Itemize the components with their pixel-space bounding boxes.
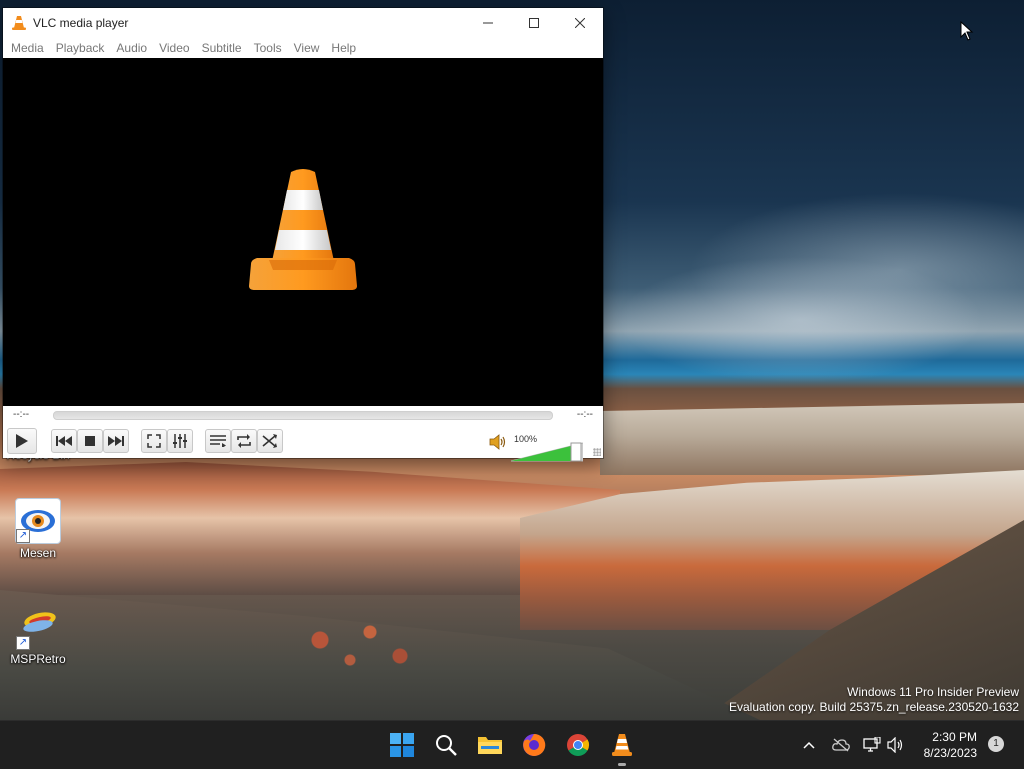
maximize-button[interactable]	[511, 8, 557, 38]
play-icon	[16, 434, 28, 448]
menu-bar: Media Playback Audio Video Subtitle Tool…	[3, 38, 603, 58]
vlc-cone-logo	[249, 169, 357, 290]
shortcut-arrow-icon: ↗	[16, 529, 30, 543]
stop-icon	[85, 436, 95, 446]
clock-time: 2:30 PM	[932, 730, 977, 744]
previous-button[interactable]	[51, 429, 77, 453]
speaker-icon[interactable]	[489, 434, 507, 450]
clock[interactable]: 2:30 PM 8/23/2023	[915, 729, 977, 761]
vlc-cone-icon	[12, 16, 26, 30]
window-title: VLC media player	[33, 16, 129, 30]
search-icon	[436, 735, 457, 756]
wallpaper-rocks	[260, 600, 460, 680]
menu-media[interactable]: Media	[5, 41, 50, 55]
extended-settings-icon	[173, 434, 187, 448]
wallpaper-mesa	[600, 403, 1024, 475]
chrome-icon	[567, 734, 589, 756]
watermark-build: Evaluation copy. Build 25375.zn_release.…	[729, 700, 1019, 714]
menu-audio[interactable]: Audio	[110, 41, 153, 55]
menu-video[interactable]: Video	[153, 41, 195, 55]
menu-view[interactable]: View	[288, 41, 326, 55]
shuffle-button[interactable]	[257, 429, 283, 453]
extended-settings-button[interactable]	[167, 429, 193, 453]
network-display-icon	[863, 737, 881, 752]
menu-tools[interactable]: Tools	[248, 41, 288, 55]
menu-playback[interactable]: Playback	[50, 41, 111, 55]
next-icon	[108, 436, 124, 446]
menu-subtitle[interactable]: Subtitle	[196, 41, 248, 55]
shortcut-arrow-icon: ↗	[16, 636, 30, 650]
fullscreen-button[interactable]	[141, 429, 167, 453]
search-button[interactable]	[430, 729, 462, 761]
playlist-icon	[210, 435, 226, 447]
next-button[interactable]	[103, 429, 129, 453]
play-button[interactable]	[7, 428, 37, 454]
onedrive-button[interactable]	[831, 735, 851, 755]
playlist-button[interactable]	[205, 429, 231, 453]
stop-button[interactable]	[77, 429, 103, 453]
total-time: --:--	[576, 409, 593, 420]
running-indicator	[618, 763, 626, 766]
volume-tray-button[interactable]	[886, 735, 906, 755]
folder-icon	[478, 737, 502, 754]
mspretro-icon: ↗	[16, 606, 60, 650]
maximize-icon	[529, 18, 539, 28]
vlc-cone-icon	[612, 734, 632, 756]
chevron-up-icon	[803, 741, 815, 749]
speaker-icon	[887, 737, 903, 753]
vlc-taskbar-button[interactable]	[606, 729, 638, 766]
seek-row: --:-- --:--	[3, 407, 603, 423]
show-hidden-icons-button[interactable]	[799, 735, 819, 755]
fullscreen-icon	[147, 434, 161, 448]
chrome-button[interactable]	[562, 729, 594, 761]
taskbar: 2:30 PM 8/23/2023	[0, 720, 1024, 769]
minimize-icon	[483, 22, 493, 24]
close-icon	[575, 18, 585, 28]
watermark-edition: Windows 11 Pro Insider Preview	[847, 685, 1019, 699]
menu-help[interactable]: Help	[325, 41, 362, 55]
desktop-icon-label: Mesen	[19, 546, 57, 560]
playback-controls: 100%	[3, 426, 603, 462]
network-button[interactable]	[862, 735, 882, 755]
clock-date: 8/23/2023	[923, 746, 977, 760]
notification-badge[interactable]: 1	[988, 736, 1004, 752]
loop-button[interactable]	[231, 429, 257, 453]
desktop-icon-mesen[interactable]: ↗ Mesen	[3, 498, 73, 560]
vlc-window[interactable]: VLC media player Media Playback Audio Vi…	[3, 8, 603, 462]
firefox-button[interactable]	[518, 729, 550, 761]
minimize-button[interactable]	[465, 8, 511, 38]
file-explorer-button[interactable]	[474, 729, 506, 761]
close-button[interactable]	[557, 8, 603, 38]
seek-slider[interactable]	[53, 411, 553, 420]
elapsed-time: --:--	[13, 409, 30, 420]
video-area[interactable]	[3, 58, 603, 406]
mesen-icon: ↗	[15, 498, 61, 544]
previous-icon	[56, 436, 72, 446]
shuffle-icon	[262, 434, 277, 448]
windows-watermark: Windows 11 Pro Insider Preview Evaluatio…	[729, 685, 1019, 715]
cloud-offline-icon	[832, 738, 850, 752]
windows-logo-icon	[390, 733, 414, 757]
firefox-icon	[523, 733, 546, 756]
desktop-icon-label: MSPRetro	[10, 652, 66, 666]
volume-slider[interactable]	[511, 442, 583, 462]
desktop-icon-mspretro[interactable]: ↗ MSPRetro	[3, 606, 73, 666]
title-bar[interactable]: VLC media player	[3, 8, 603, 38]
resize-grip[interactable]	[593, 448, 601, 456]
loop-icon	[237, 434, 251, 448]
start-button[interactable]	[386, 729, 418, 761]
